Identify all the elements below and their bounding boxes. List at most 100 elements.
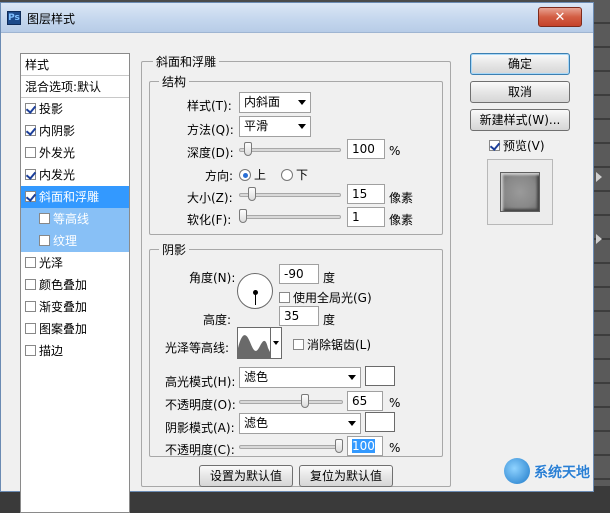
new-style-button[interactable]: 新建样式(W)...	[470, 109, 570, 131]
size-input[interactable]: 15	[347, 184, 385, 204]
contour-curve-icon	[238, 335, 270, 358]
style-item-label: 斜面和浮雕	[39, 190, 100, 204]
direction-down-radio[interactable]: 下	[281, 166, 308, 183]
depth-input[interactable]: 100	[347, 139, 385, 159]
depth-label: 深度(D):	[187, 146, 234, 160]
style-item-1[interactable]: 混合选项:默认	[21, 76, 129, 98]
angle-dial[interactable]	[237, 273, 273, 309]
radio-unselected[interactable]	[281, 169, 293, 181]
checkbox[interactable]	[25, 191, 36, 202]
shadow-mode-label: 阴影模式(A):	[165, 421, 235, 435]
soften-input[interactable]: 1	[347, 207, 385, 227]
styles-header: 样式	[21, 54, 129, 76]
gloss-contour-preview[interactable]	[237, 327, 271, 359]
highlight-mode-label: 高光模式(H):	[165, 375, 236, 389]
style-item-3[interactable]: 内阴影	[21, 120, 129, 142]
checkbox[interactable]	[39, 213, 50, 224]
style-item-8[interactable]: 纹理	[21, 230, 129, 252]
checkbox[interactable]	[489, 140, 500, 151]
style-item-label: 等高线	[53, 212, 90, 226]
style-item-label: 光泽	[39, 256, 64, 270]
ok-button[interactable]: 确定	[470, 53, 570, 75]
gloss-contour-label: 光泽等高线:	[165, 341, 230, 355]
shading-title: 阴影	[159, 241, 190, 258]
checkbox[interactable]	[293, 339, 304, 350]
bevel-emboss-title: 斜面和浮雕	[153, 53, 220, 70]
global-light-checkbox[interactable]: 使用全局光(G)	[279, 289, 372, 306]
size-slider-thumb[interactable]	[248, 187, 257, 201]
window-title: 图层样式	[27, 12, 76, 26]
panel-arrow-icon	[596, 172, 602, 182]
highlight-color-swatch[interactable]	[365, 366, 395, 386]
technique-select[interactable]: 平滑	[239, 116, 311, 137]
highlight-opacity-unit: %	[389, 396, 401, 410]
style-item-13[interactable]: 描边	[21, 340, 129, 362]
bevel-style-select[interactable]: 内斜面	[239, 92, 311, 113]
angle-input[interactable]: -90	[279, 264, 319, 284]
highlight-opacity-input[interactable]: 65	[347, 391, 383, 411]
depth-slider-thumb[interactable]	[243, 142, 252, 156]
checkbox[interactable]	[39, 235, 50, 246]
checkbox[interactable]	[25, 125, 36, 136]
style-item-label: 纹理	[53, 234, 78, 248]
style-item-4[interactable]: 外发光	[21, 142, 129, 164]
style-item-5[interactable]: 内发光	[21, 164, 129, 186]
checkbox[interactable]	[25, 257, 36, 268]
altitude-label: 高度:	[203, 313, 232, 327]
cancel-button[interactable]: 取消	[470, 81, 570, 103]
anti-alias-checkbox[interactable]: 消除锯齿(L)	[293, 336, 371, 353]
depth-slider[interactable]	[239, 148, 341, 152]
style-item-9[interactable]: 光泽	[21, 252, 129, 274]
highlight-mode-select[interactable]: 滤色	[239, 367, 361, 388]
soften-slider-thumb[interactable]	[239, 209, 247, 223]
reset-default-button[interactable]: 复位为默认值	[299, 465, 393, 487]
angle-unit: 度	[323, 271, 336, 285]
altitude-input[interactable]: 35	[279, 306, 319, 326]
shadow-opacity-slider[interactable]	[239, 445, 343, 449]
layer-style-dialog: Ps 图层样式 ✕ 样式 混合选项:默认 投影 内阴影 外发光 内发光 斜面和浮雕 等高线纹…	[0, 2, 594, 513]
checkbox[interactable]	[279, 292, 290, 303]
checkbox[interactable]	[25, 169, 36, 180]
close-button[interactable]: ✕	[538, 7, 582, 27]
checkbox[interactable]	[25, 147, 36, 158]
chevron-down-icon	[348, 421, 356, 426]
style-item-6[interactable]: 斜面和浮雕	[21, 186, 129, 208]
radio-selected[interactable]	[239, 169, 251, 181]
direction-label: 方向:	[205, 169, 234, 183]
shadow-mode-select[interactable]: 滤色	[239, 413, 361, 434]
soften-slider[interactable]	[239, 215, 341, 219]
checkbox[interactable]	[25, 103, 36, 114]
style-item-12[interactable]: 图案叠加	[21, 318, 129, 340]
contour-dropdown-button[interactable]	[271, 327, 282, 359]
size-unit: 像素	[389, 191, 414, 205]
make-default-button[interactable]: 设置为默认值	[199, 465, 293, 487]
style-item-label: 内发光	[39, 168, 76, 182]
preview-checkbox[interactable]: 预览(V)	[489, 137, 545, 154]
shadow-opacity-slider-thumb[interactable]	[335, 439, 343, 453]
checkbox[interactable]	[25, 345, 36, 356]
highlight-opacity-slider-thumb[interactable]	[301, 394, 310, 408]
direction-up-radio[interactable]: 上	[239, 166, 266, 183]
style-item-11[interactable]: 渐变叠加	[21, 296, 129, 318]
chevron-down-icon	[348, 375, 356, 380]
checkbox[interactable]	[25, 301, 36, 312]
style-item-2[interactable]: 投影	[21, 98, 129, 120]
style-preview	[487, 159, 553, 225]
style-item-7[interactable]: 等高线	[21, 208, 129, 230]
shadow-opacity-input[interactable]: 100	[347, 436, 383, 456]
style-item-10[interactable]: 颜色叠加	[21, 274, 129, 296]
highlight-opacity-slider[interactable]	[239, 400, 343, 404]
altitude-unit: 度	[323, 313, 336, 327]
depth-unit: %	[389, 144, 401, 158]
checkbox[interactable]	[25, 323, 36, 334]
structure-title: 结构	[159, 73, 190, 90]
angle-center-dot	[253, 290, 258, 295]
checkbox[interactable]	[25, 279, 36, 290]
highlight-opacity-label: 不透明度(O):	[165, 398, 236, 412]
style-item-label: 渐变叠加	[39, 300, 88, 314]
technique-label: 方法(Q):	[187, 123, 234, 137]
style-item-label: 描边	[39, 344, 64, 358]
soften-unit: 像素	[389, 213, 414, 227]
shadow-color-swatch[interactable]	[365, 412, 395, 432]
style-item-label: 颜色叠加	[39, 278, 88, 292]
